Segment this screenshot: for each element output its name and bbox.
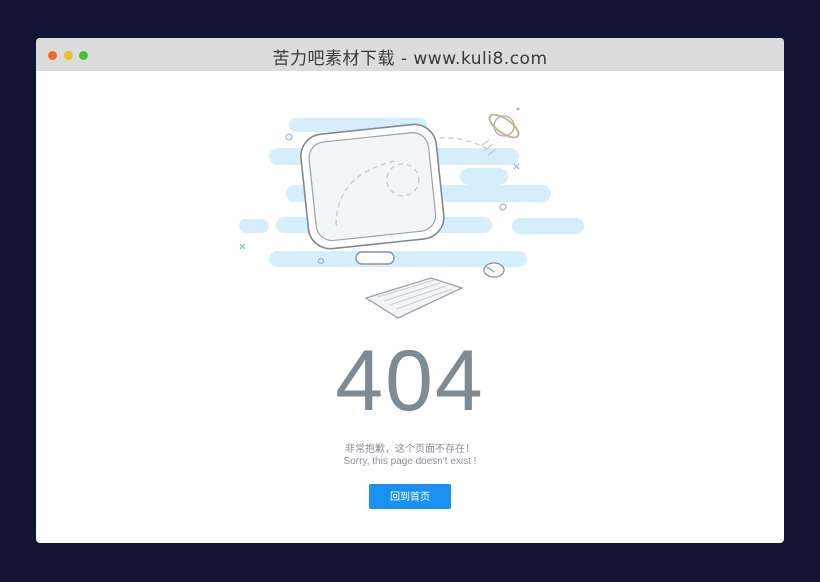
title-bar: 苦力吧素材下载 - www.kuli8.com <box>36 38 784 71</box>
error-code: 404 <box>335 333 485 429</box>
error-message-english: Sorry, this page doesn't exist ! <box>343 456 477 467</box>
keyboard <box>364 277 464 319</box>
planet-icon <box>480 107 520 156</box>
window-title: 苦力吧素材下载 - www.kuli8.com <box>272 49 548 69</box>
computer-illustration <box>239 107 584 319</box>
mouse-icon <box>483 262 505 278</box>
monitor <box>300 123 445 250</box>
monitor-stand <box>355 251 395 265</box>
browser-window: 苦力吧素材下载 - www.kuli8.com 404 非常抱歉，这个页面不存在… <box>36 38 784 543</box>
error-message-chinese: 非常抱歉，这个页面不存在！ <box>345 444 475 455</box>
back-to-home-button[interactable]: 回到首页 <box>369 484 451 509</box>
